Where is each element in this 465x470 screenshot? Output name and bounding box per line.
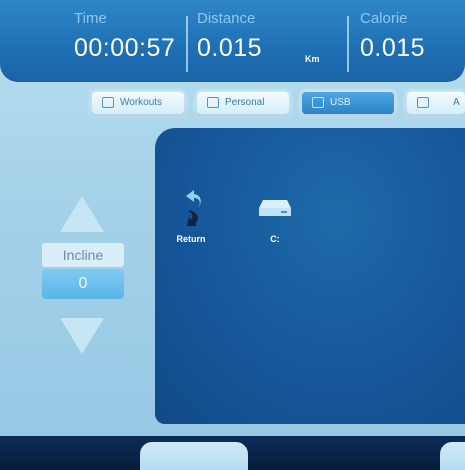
tab-label: USB — [330, 97, 351, 108]
a-tab-icon — [417, 97, 429, 108]
incline-up-arrow-icon[interactable] — [60, 196, 104, 232]
tab-bar: Workouts Personal USB A — [0, 86, 465, 120]
calorie-stat: Calorie 0.015 — [360, 10, 460, 72]
calorie-label: Calorie — [360, 10, 408, 27]
tab-a[interactable]: A — [407, 92, 465, 114]
incline-down-arrow-icon[interactable] — [60, 318, 104, 354]
return-item[interactable]: Return — [161, 186, 221, 256]
distance-stat: Distance 0.015 Km — [197, 10, 337, 72]
tab-usb[interactable]: USB — [302, 92, 394, 114]
usb-icon — [312, 97, 324, 108]
incline-control: Incline 0 — [42, 243, 124, 299]
tab-label: Workouts — [120, 97, 163, 108]
tab-label: A — [453, 97, 460, 108]
distance-label: Distance — [197, 10, 256, 27]
drive-c-item[interactable]: C: — [245, 186, 305, 256]
bottom-button-right[interactable] — [440, 442, 465, 470]
personal-icon — [207, 97, 219, 108]
return-arrow-icon — [186, 190, 201, 226]
stat-divider — [347, 16, 349, 72]
tab-workouts[interactable]: Workouts — [92, 92, 184, 114]
treadmill-console-screen: Time 00:00:57 Distance 0.015 Km Calorie … — [0, 0, 465, 470]
incline-value: 0 — [42, 269, 124, 299]
distance-value: 0.015 — [197, 34, 263, 62]
usb-file-browser: Return C: — [155, 128, 465, 424]
drive-icon — [259, 200, 291, 216]
drive-c-label: C: — [270, 234, 280, 244]
stats-bar: Time 00:00:57 Distance 0.015 Km Calorie … — [0, 0, 465, 82]
distance-unit: Km — [305, 54, 320, 64]
return-label: Return — [176, 234, 206, 244]
time-value: 00:00:57 — [74, 34, 176, 62]
workouts-icon — [102, 97, 114, 108]
calorie-value: 0.015 — [360, 34, 426, 62]
incline-label: Incline — [42, 243, 124, 267]
tab-label: Personal — [225, 97, 265, 108]
stat-divider — [186, 16, 188, 72]
bottom-button[interactable] — [140, 442, 248, 470]
time-stat: Time 00:00:57 — [74, 10, 184, 72]
time-label: Time — [74, 10, 107, 27]
tab-personal[interactable]: Personal — [197, 92, 289, 114]
